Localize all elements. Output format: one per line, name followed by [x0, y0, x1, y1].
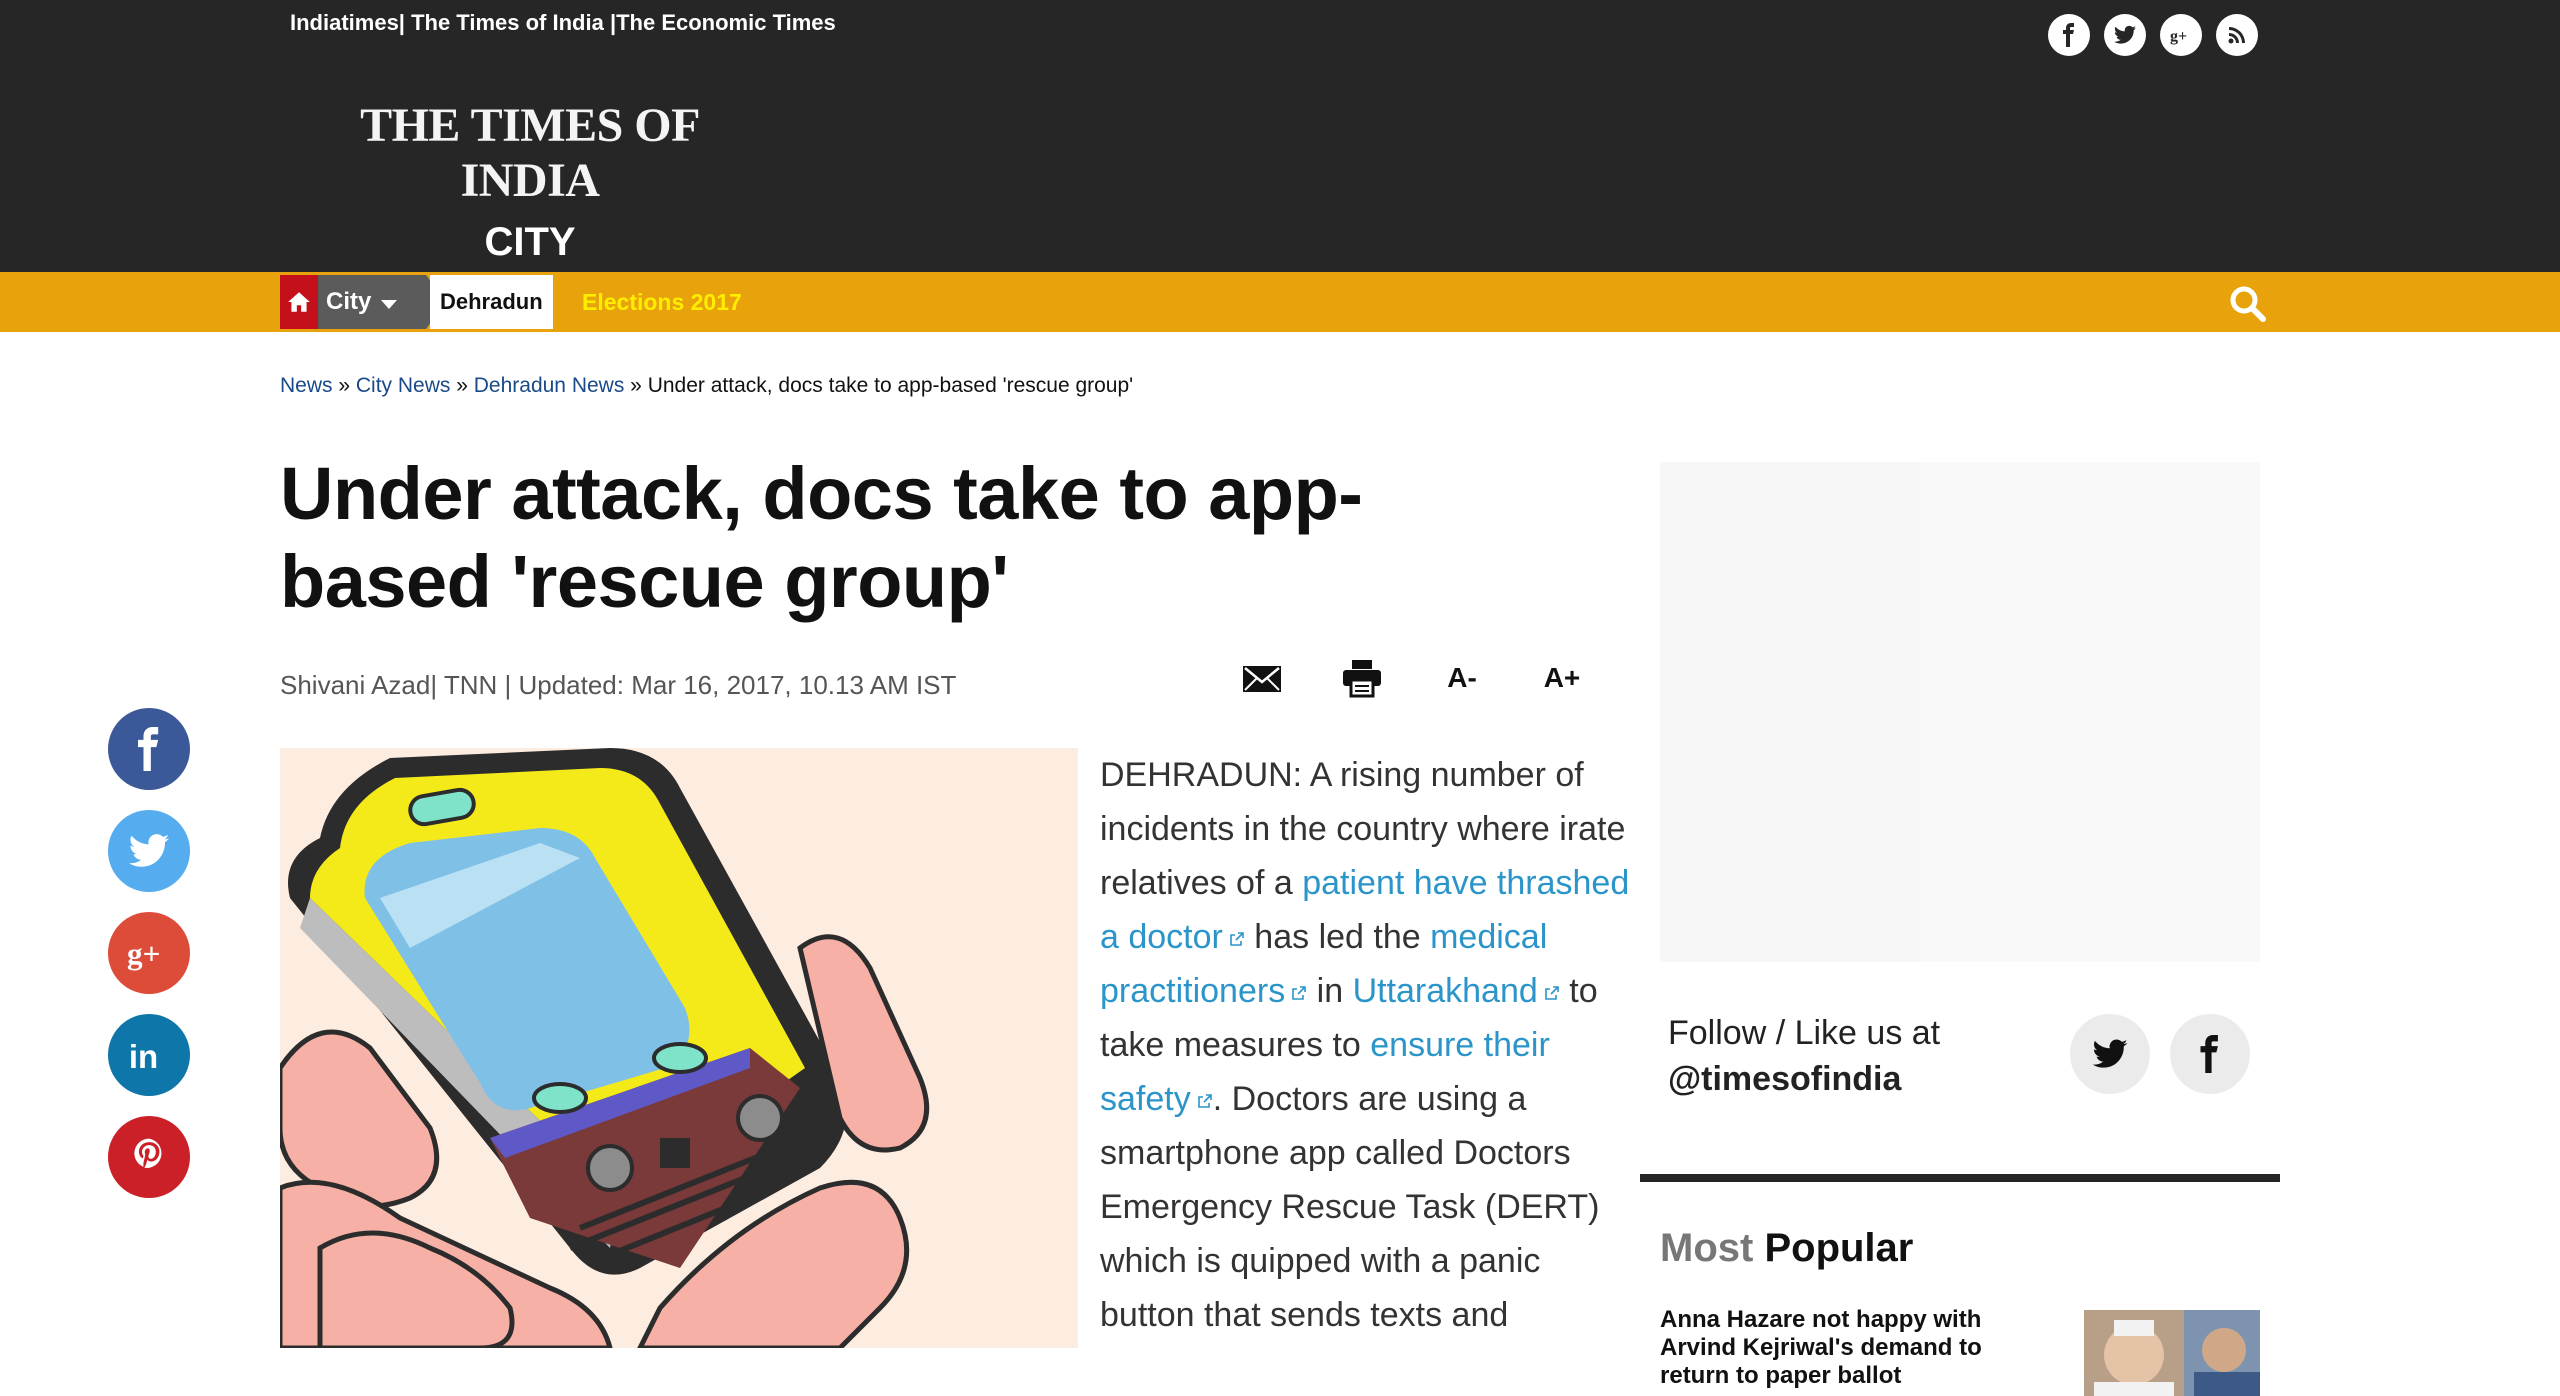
sidebar-divider	[1640, 1174, 2280, 1182]
article-text: in	[1307, 972, 1353, 1010]
breadcrumb: News » City News » Dehradun News » Under…	[280, 374, 1133, 398]
facebook-share-icon[interactable]	[108, 708, 190, 790]
most-popular-heading: Most Popular	[1660, 1226, 1913, 1271]
popular-item-title[interactable]: Anna Hazare not happy with Arvind Kejriw…	[1660, 1306, 2030, 1390]
follow-handle[interactable]: @timesofindia	[1668, 1056, 1940, 1102]
home-icon	[288, 292, 310, 312]
network-link-et[interactable]: |The Economic Times	[610, 10, 836, 36]
logo-main: THE TIMES OF INDIA	[360, 99, 700, 207]
article-tools: A- A+	[1236, 656, 1588, 700]
chevron-down-icon	[381, 299, 398, 309]
nav-city-dropdown[interactable]: City	[318, 275, 446, 329]
network-link-indiatimes[interactable]: Indiatimes|	[290, 10, 405, 36]
masthead: Indiatimes| The Times of India |The Econ…	[0, 0, 2560, 272]
twitter-follow-icon[interactable]	[2070, 1014, 2150, 1094]
google-plus-share-icon[interactable]: g+	[108, 912, 190, 994]
facebook-icon[interactable]	[2048, 14, 2090, 56]
rss-icon[interactable]	[2216, 14, 2258, 56]
nav-item-elections[interactable]: Elections 2017	[582, 275, 742, 329]
follow-icons	[2070, 1014, 2250, 1094]
logo-sub: CITY	[484, 220, 576, 264]
breadcrumb-news[interactable]: News	[280, 374, 333, 398]
font-larger-button[interactable]: A+	[1536, 656, 1588, 700]
nav-city-label: City	[326, 288, 372, 315]
article-link-text: Uttarakhand	[1352, 972, 1538, 1010]
linkedin-share-icon[interactable]: in	[108, 1014, 190, 1096]
header-social: g+	[2048, 14, 2258, 56]
nav-item-dehradun[interactable]: Dehradun	[430, 275, 553, 329]
most-popular-heading-most: Most	[1660, 1226, 1754, 1270]
pinterest-share-icon[interactable]	[108, 1116, 190, 1198]
print-button[interactable]	[1336, 656, 1388, 700]
print-icon	[1343, 660, 1381, 698]
most-popular-heading-popular: Popular	[1764, 1226, 1914, 1270]
svg-text:g+: g+	[2170, 28, 2187, 45]
email-icon	[1243, 666, 1281, 692]
twitter-icon[interactable]	[2104, 14, 2146, 56]
breadcrumb-city-news[interactable]: City News	[356, 374, 451, 398]
breadcrumb-separator: »	[624, 374, 648, 397]
external-link-icon	[1230, 932, 1244, 946]
external-link-icon	[1292, 986, 1307, 1000]
article-body: DEHRADUN: A rising number of incidents i…	[1100, 748, 1630, 1342]
svg-text:g+: g+	[127, 936, 160, 971]
article-byline: Shivani Azad| TNN | Updated: Mar 16, 201…	[280, 670, 957, 700]
facebook-follow-icon[interactable]	[2170, 1014, 2250, 1094]
nav-home-button[interactable]	[280, 275, 318, 329]
external-link-icon	[1544, 986, 1559, 1000]
article-image	[280, 748, 1078, 1348]
site-logo[interactable]: THE TIMES OF INDIA CITY	[290, 98, 770, 265]
network-links: Indiatimes| The Times of India |The Econ…	[290, 10, 836, 36]
share-bar: g+ in	[108, 708, 190, 1198]
breadcrumb-current: Under attack, docs take to app-based 're…	[647, 374, 1134, 397]
popular-item-thumbnail[interactable]	[2084, 1310, 2260, 1396]
article-text: has led the	[1244, 918, 1431, 956]
follow-text: Follow / Like us at	[1668, 1014, 1941, 1052]
article-link-uttarakhand[interactable]: Uttarakhand	[1353, 972, 1560, 1010]
google-plus-icon[interactable]: g+	[2160, 14, 2202, 56]
nav-bar: City Dehradun Elections 2017	[0, 272, 2560, 332]
breadcrumb-separator: »	[450, 374, 474, 397]
email-button[interactable]	[1236, 656, 1288, 700]
network-link-toi[interactable]: The Times of India	[405, 10, 610, 36]
breadcrumb-dehradun-news[interactable]: Dehradun News	[474, 374, 625, 398]
svg-text:in: in	[129, 1038, 158, 1075]
follow-block: Follow / Like us at @timesofindia	[1668, 1010, 1940, 1102]
article-text: . Doctors are using a smartphone app cal…	[1100, 1080, 1600, 1334]
twitter-share-icon[interactable]	[108, 810, 190, 892]
external-link-icon	[1197, 1094, 1212, 1108]
breadcrumb-separator: »	[332, 374, 356, 397]
search-icon[interactable]	[2228, 284, 2268, 324]
article-headline: Under attack, docs take to app-based 're…	[280, 452, 1363, 623]
font-smaller-button[interactable]: A-	[1436, 656, 1488, 700]
advertisement-placeholder	[1660, 462, 2260, 962]
